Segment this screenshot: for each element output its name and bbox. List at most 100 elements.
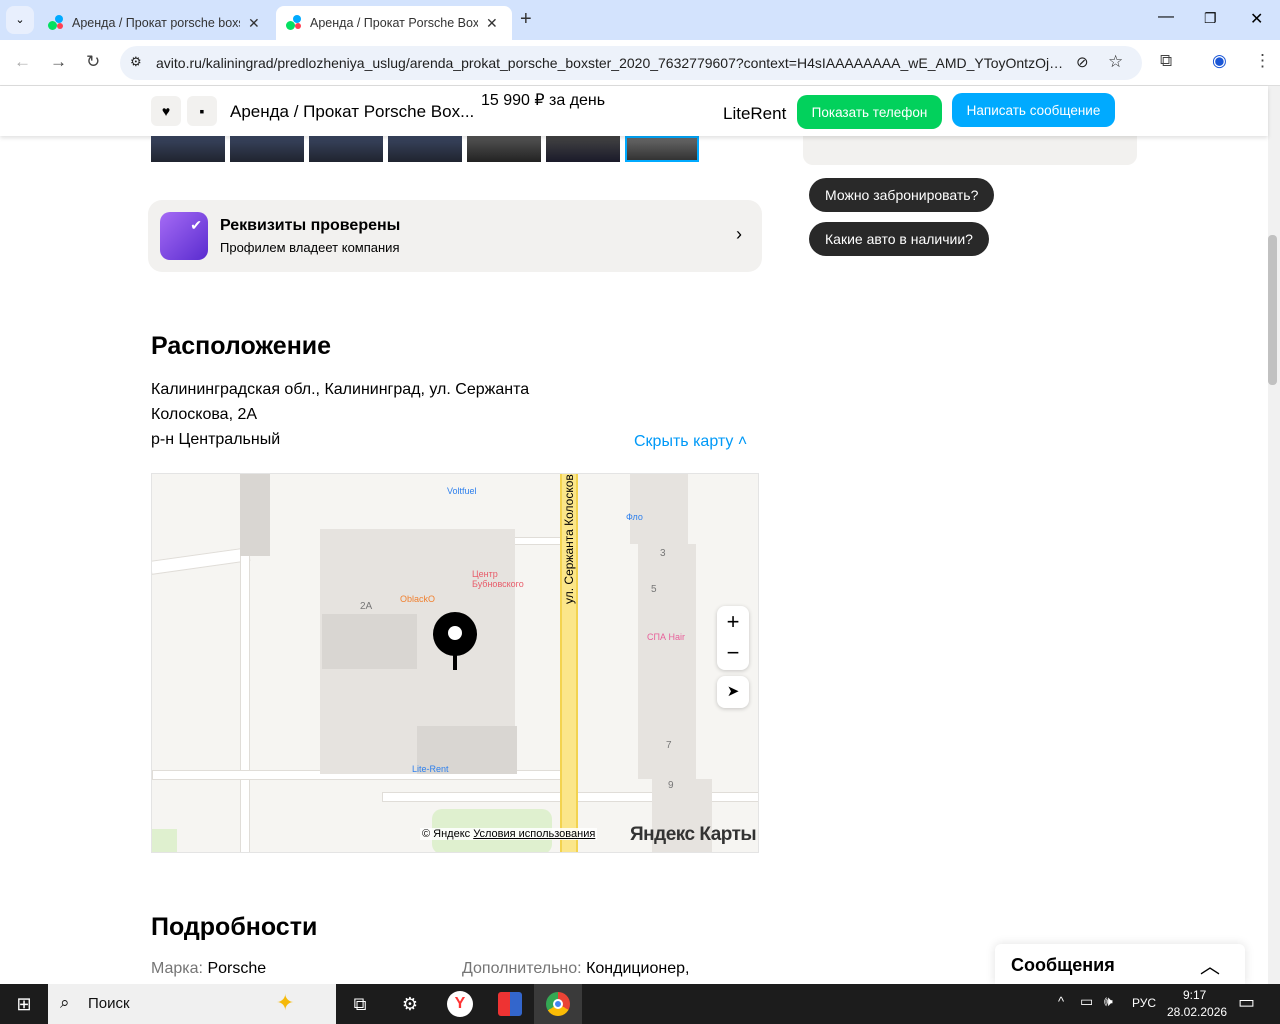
photo-thumbnail[interactable]: [467, 136, 541, 162]
restore-button[interactable]: ❐: [1204, 10, 1217, 27]
seller-card-bottom: [803, 136, 1137, 165]
zoom-out-icon[interactable]: −: [717, 638, 749, 670]
settings-icon[interactable]: ⚙: [386, 984, 434, 1024]
new-tab-button[interactable]: +: [520, 8, 532, 31]
map-road: [152, 547, 251, 575]
minimize-button[interactable]: —: [1158, 8, 1174, 26]
chrome-icon[interactable]: [534, 984, 582, 1024]
photo-thumbnail[interactable]: [388, 136, 462, 162]
page-scrollbar[interactable]: [1268, 86, 1280, 984]
listing-title: Аренда / Прокат Porsche Box...: [230, 102, 475, 121]
quick-question-chip[interactable]: Можно забронировать?: [809, 178, 995, 212]
forward-icon[interactable]: →: [50, 52, 67, 72]
network-icon[interactable]: ▭: [1080, 993, 1093, 1010]
taskbar: ⊞ ⌕ Поиск ✦ ⧉ ⚙ Y ^ ▭ 🕪 РУС 9:17 28.02.2…: [0, 984, 1280, 1024]
zoom-controls: + −: [717, 606, 749, 670]
show-phone-button[interactable]: Показать телефон: [797, 95, 942, 129]
geolocation-icon[interactable]: ➤: [717, 676, 749, 708]
poi-label: СПА Hair: [647, 632, 685, 642]
reload-icon[interactable]: ↻: [86, 52, 100, 72]
district: р-н Центральный: [151, 431, 281, 448]
map-park: [152, 829, 177, 852]
messages-panel[interactable]: Сообщения ︿: [995, 944, 1245, 984]
address-bar[interactable]: ⚙ avito.ru/kaliningrad/predlozheniya_usl…: [120, 46, 1142, 80]
chevron-up-icon[interactable]: ︿: [1200, 950, 1220, 979]
close-window-button[interactable]: ✕: [1250, 9, 1263, 29]
site-info-icon[interactable]: ⚙: [130, 54, 142, 70]
menu-icon[interactable]: ⋮: [1254, 51, 1271, 71]
detail-value: Кондиционер,: [586, 960, 690, 977]
tab-strip: ⌄ Аренда / Прокат porsche boxster✕ Аренд…: [0, 0, 1280, 40]
photo-thumbnail-active[interactable]: [625, 136, 699, 162]
street-label: ул. Сержанта Колоскова: [562, 473, 576, 604]
poi-label: OblackO: [400, 594, 436, 604]
language-indicator[interactable]: РУС: [1132, 996, 1156, 1010]
hide-map-link[interactable]: Скрыть карту ˄: [634, 433, 747, 451]
verified-banner[interactable]: ✔ Реквизиты проверены Профилем владеет к…: [148, 200, 762, 272]
note-button[interactable]: ▪: [187, 96, 217, 126]
house-number: 9: [668, 780, 674, 791]
photo-thumbnail[interactable]: [230, 136, 304, 162]
tab-list-button[interactable]: ⌄: [6, 6, 34, 34]
close-tab-icon[interactable]: ✕: [486, 15, 498, 32]
notifications-icon[interactable]: ▭: [1238, 992, 1255, 1013]
details-heading: Подробности: [151, 913, 318, 941]
zoom-in-icon[interactable]: +: [717, 606, 749, 638]
task-view-icon[interactable]: ⧉: [336, 984, 384, 1024]
scrollbar-thumb[interactable]: [1268, 235, 1277, 385]
quick-question-chip[interactable]: Какие авто в наличии?: [809, 222, 989, 256]
photo-thumbnail[interactable]: [151, 136, 225, 162]
back-icon[interactable]: ←: [14, 52, 31, 72]
extensions-icon[interactable]: ⧉: [1160, 51, 1172, 71]
tray-chevron-icon[interactable]: ^: [1058, 994, 1064, 1009]
location-pin-icon: [433, 612, 477, 670]
app-icon[interactable]: [486, 984, 534, 1024]
url-text: avito.ru/kaliningrad/predlozheniya_uslug…: [156, 55, 1066, 71]
avito-icon: [286, 15, 302, 31]
taskbar-search[interactable]: ⌕ Поиск ✦: [48, 984, 336, 1024]
poi-label: Бубновского: [472, 579, 524, 589]
seller-name[interactable]: LiteRent: [723, 104, 786, 124]
house-number: 5: [651, 584, 657, 595]
profile-icon[interactable]: ◉: [1212, 51, 1227, 71]
messages-title: Сообщения: [1011, 955, 1115, 975]
start-button[interactable]: ⊞: [0, 984, 48, 1024]
chevron-right-icon: ›: [736, 224, 742, 244]
volume-icon[interactable]: 🕪: [1104, 993, 1113, 1010]
yandex-browser-icon[interactable]: Y: [436, 984, 484, 1024]
bookmark-star-icon[interactable]: ☆: [1108, 52, 1123, 72]
map-building: [240, 474, 270, 556]
close-tab-icon[interactable]: ✕: [248, 15, 260, 32]
tab-1[interactable]: Аренда / Прокат porsche boxster✕: [38, 6, 274, 40]
photo-thumbnail[interactable]: [309, 136, 383, 162]
clock-date[interactable]: 28.02.2026: [1167, 1005, 1227, 1019]
search-placeholder: Поиск: [88, 995, 130, 1012]
clock-time[interactable]: 9:17: [1183, 988, 1206, 1002]
write-message-button[interactable]: Написать сообщение: [952, 93, 1115, 127]
map-building: [630, 474, 688, 544]
poi-label: Voltfuel: [447, 486, 477, 496]
map-copyright: © Яндекс: [422, 828, 471, 840]
avito-icon: [48, 15, 64, 31]
hide-map-label: Скрыть карту: [634, 433, 734, 450]
location-heading: Расположение: [151, 332, 332, 360]
map[interactable]: ул. Сержанта Колоскова Voltfuel Центр Бу…: [151, 473, 759, 853]
tab-2[interactable]: Аренда / Прокат Porsche Boxster✕: [276, 6, 512, 40]
search-highlight-icon: ✦: [276, 990, 295, 1015]
detail-label: Дополнительно:: [462, 960, 582, 977]
map-terms-link[interactable]: Условия использования: [473, 828, 595, 840]
house-number: 3: [660, 548, 666, 559]
poi-label: Фло: [626, 512, 643, 522]
house-number: 7: [666, 740, 672, 751]
browser-toolbar: ← → ↻ ⚙ avito.ru/kaliningrad/predlozheni…: [0, 40, 1280, 86]
address-line: Калининградская обл., Калининград, ул. С…: [151, 381, 530, 398]
tracking-off-icon[interactable]: ⊘: [1076, 53, 1089, 71]
poi-label: Lite-Rent: [412, 764, 449, 774]
detail-extra: Дополнительно: Кондиционер,: [462, 960, 689, 978]
favorite-button[interactable]: ♥: [151, 96, 181, 126]
verified-icon: ✔: [160, 212, 208, 260]
yandex-maps-logo[interactable]: Яндекс Карты: [630, 824, 757, 846]
verified-subtitle: Профилем владеет компания: [220, 240, 400, 255]
photo-thumbnail[interactable]: [546, 136, 620, 162]
heart-icon: ♥: [161, 103, 171, 119]
